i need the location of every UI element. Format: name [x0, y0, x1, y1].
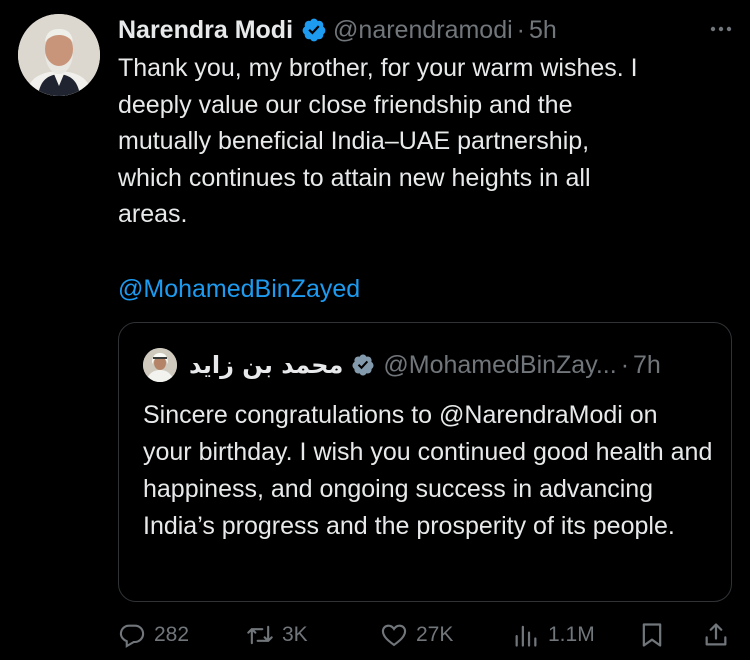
verified-badge-icon — [352, 354, 374, 376]
author-handle[interactable]: @narendramodi — [333, 16, 513, 45]
bookmark-button[interactable] — [638, 615, 666, 655]
tweet-card[interactable]: Narendra Modi @narendramodi · 5h Thank y… — [0, 0, 750, 660]
quoted-mention[interactable]: @NarendraModi — [439, 401, 623, 429]
separator-dot: · — [620, 350, 630, 379]
tweet-header: Narendra Modi @narendramodi · 5h — [118, 12, 736, 48]
author-avatar[interactable] — [18, 14, 100, 96]
like-count: 27K — [416, 623, 454, 646]
quoted-tweet-timestamp[interactable]: 7h — [633, 351, 661, 380]
reply-count: 282 — [154, 623, 190, 646]
more-options-icon[interactable] — [706, 14, 736, 44]
tweet-action-bar: 282 3K 27K 1.1M — [118, 615, 732, 655]
quoted-tweet-header: محمد بن زايد @MohamedBinZay... · 7h — [143, 347, 717, 383]
separator-dot: · — [516, 15, 525, 44]
share-button[interactable] — [702, 615, 730, 655]
views-button[interactable]: 1.1M — [512, 615, 595, 655]
mention-link[interactable]: @MohamedBinZayed — [118, 271, 360, 307]
tweet-timestamp[interactable]: 5h — [529, 16, 557, 45]
share-icon — [705, 623, 727, 646]
reply-button[interactable]: 282 — [118, 615, 189, 655]
views-count: 1.1M — [548, 623, 595, 646]
reply-icon — [119, 624, 145, 648]
tweet-text: Thank you, my brother, for your warm wis… — [118, 54, 638, 228]
like-button[interactable]: 27K — [380, 615, 453, 655]
bookmark-icon — [642, 623, 662, 647]
quoted-tweet[interactable]: محمد بن زايد @MohamedBinZay... · 7h Sinc… — [118, 322, 732, 602]
repost-button[interactable]: 3K — [246, 615, 308, 655]
views-icon — [515, 625, 537, 647]
verified-badge-icon — [302, 18, 326, 42]
quoted-author-name[interactable]: محمد بن زايد — [189, 351, 343, 379]
quoted-author-handle[interactable]: @MohamedBinZay... — [383, 351, 616, 380]
quoted-author-avatar[interactable] — [143, 348, 177, 382]
quoted-tweet-text: Sincere congratulations to @NarendraModi… — [143, 397, 713, 545]
quoted-text-before: Sincere congratulations to — [143, 401, 440, 429]
author-name[interactable]: Narendra Modi — [118, 16, 293, 45]
repost-icon — [247, 625, 273, 645]
like-icon — [381, 624, 407, 647]
repost-count: 3K — [282, 623, 308, 646]
